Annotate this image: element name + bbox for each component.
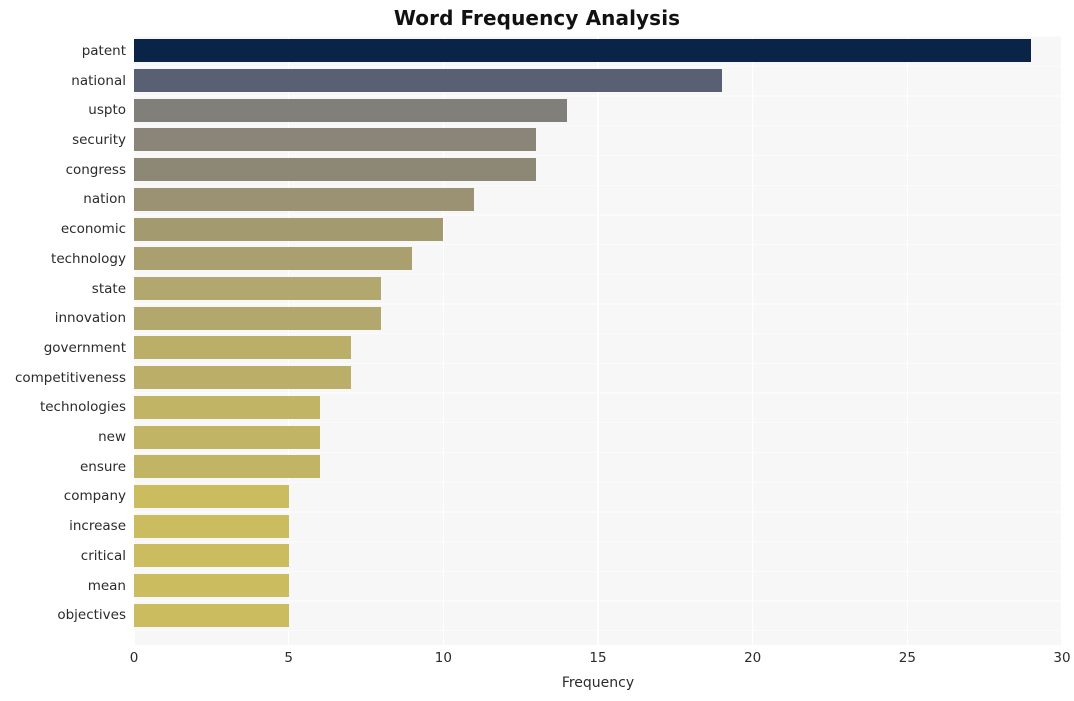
bar-congress <box>134 158 537 182</box>
y-tick-label-ensure: ensure <box>79 458 126 475</box>
y-tick-label-technology: technology <box>51 250 126 267</box>
bar-government <box>134 336 351 360</box>
y-tick-label-security: security <box>72 131 126 148</box>
y-tick-label-company: company <box>63 488 126 505</box>
y-tick-label-new: new <box>98 429 126 446</box>
bar-technology <box>134 247 413 271</box>
y-tick-label-congress: congress <box>65 161 126 178</box>
bar-critical <box>134 544 289 568</box>
bar-technologies <box>134 395 320 419</box>
y-tick-label-national: national <box>71 72 126 89</box>
y-tick-label-government: government <box>43 339 126 356</box>
x-tick-label-15: 15 <box>589 650 607 666</box>
bar-objectives <box>134 603 289 627</box>
bar-company <box>134 484 289 508</box>
x-tick-label-25: 25 <box>898 650 916 666</box>
x-axis-title: Frequency <box>561 675 635 691</box>
bar-series <box>134 36 1062 645</box>
y-tick-label-innovation: innovation <box>54 310 126 327</box>
x-tick-label-30: 30 <box>1053 650 1071 666</box>
bar-patent <box>134 39 1032 63</box>
y-tick-label-state: state <box>91 280 126 297</box>
x-tick-label-5: 5 <box>284 650 293 666</box>
y-tick-label-competitiveness: competitiveness <box>14 369 126 386</box>
x-tick-label-0: 0 <box>129 650 139 666</box>
x-axis-tick-labels: 0 5 10 15 20 25 30 <box>130 650 1071 670</box>
x-tick-label-10: 10 <box>434 650 452 666</box>
y-tick-label-nation: nation <box>83 191 126 208</box>
chart-title: Word Frequency Analysis <box>393 6 681 30</box>
bar-mean <box>134 574 289 598</box>
bar-uspto <box>134 98 568 122</box>
bar-economic <box>134 217 444 241</box>
bar-ensure <box>134 455 320 479</box>
bar-national <box>134 69 722 93</box>
bar-state <box>134 277 382 300</box>
bar-nation <box>134 187 475 211</box>
plot-area <box>134 36 1062 645</box>
y-tick-label-mean: mean <box>87 577 126 594</box>
bar-innovation <box>134 306 382 330</box>
bar-competitiveness <box>134 366 351 390</box>
y-tick-label-objectives: objectives <box>57 607 126 624</box>
bar-increase <box>134 514 289 538</box>
bar-new <box>134 425 320 449</box>
y-tick-label-patent: patent <box>81 42 126 59</box>
y-tick-label-increase: increase <box>69 518 126 535</box>
word-frequency-chart-figure: Word Frequency Analysis patent national us… <box>0 0 1074 701</box>
y-tick-label-technologies: technologies <box>39 399 126 416</box>
x-tick-label-20: 20 <box>744 650 762 666</box>
y-axis-category-labels: patent national uspto security congress natio… <box>0 36 126 645</box>
bar-security <box>134 128 537 152</box>
y-tick-label-uspto: uspto <box>88 102 126 119</box>
y-tick-label-economic: economic <box>60 221 126 238</box>
y-tick-label-critical: critical <box>80 547 126 564</box>
